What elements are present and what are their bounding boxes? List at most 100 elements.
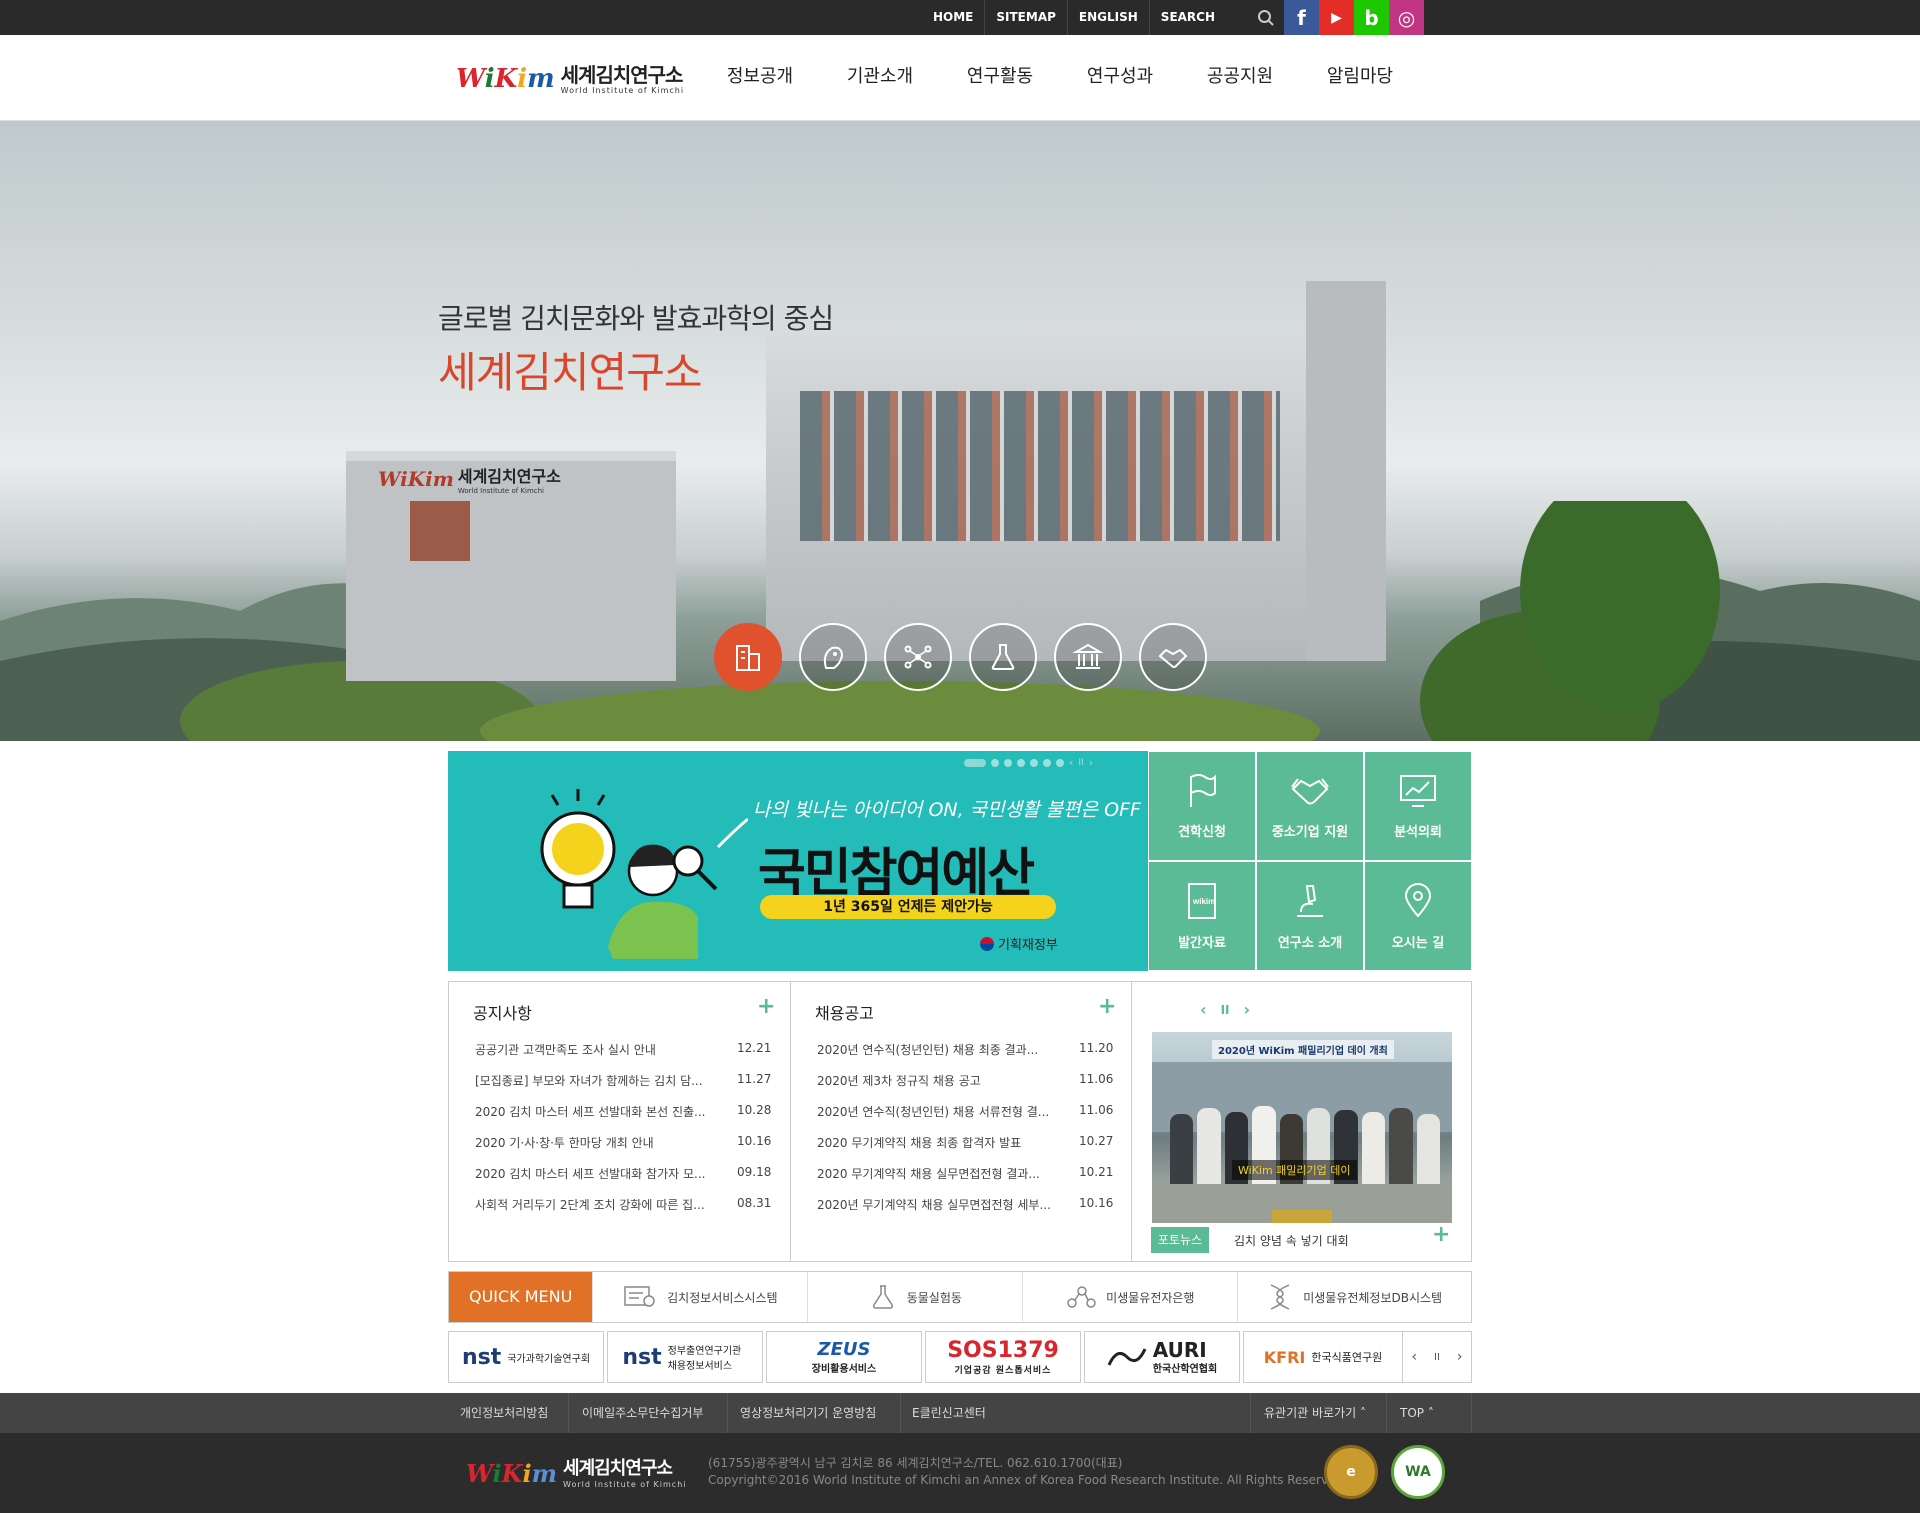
youtube-icon[interactable]: ▶ (1319, 0, 1354, 35)
banner-dot[interactable] (991, 759, 999, 767)
list-item[interactable]: 2020년 제3차 정규직 채용 공고 11.06 (817, 1072, 1113, 1103)
partner-kfri[interactable]: KFRI 한국식품연구원 (1243, 1331, 1403, 1383)
banner-dot[interactable] (1043, 759, 1051, 767)
partner-pause-icon[interactable]: II (1434, 1352, 1440, 1363)
nav-notice[interactable]: 알림마당 (1300, 35, 1420, 121)
top-button[interactable]: TOP ˄ (1400, 1393, 1434, 1433)
building-icon[interactable] (714, 623, 782, 691)
cctv-policy-link[interactable]: 영상정보처리기기 운영방침 (740, 1393, 876, 1433)
main-banner[interactable]: ‹ II › 나의 빛나는 아이디어 ON, 국민생활 불편은 OFF 국민참여… (448, 751, 1148, 971)
quick-directions[interactable]: 오시는 길 (1364, 861, 1472, 971)
quick-menu-item[interactable]: 미생물유전자은행 (1022, 1272, 1237, 1322)
nav-about[interactable]: 기관소개 (820, 35, 940, 121)
partner-label: 정부출연연구기관 채용정보서비스 (667, 1346, 742, 1372)
partner-sos1379[interactable]: SOS1379 기업공감 원스톱서비스 (925, 1331, 1081, 1383)
list-item[interactable]: [모집종료] 부모와 자녀가 함께하는 김치 담... 11.27 (475, 1072, 771, 1103)
banner-dot[interactable] (1030, 759, 1038, 767)
eclean-link[interactable]: E클린신고센터 (912, 1393, 986, 1433)
notice-more-icon[interactable]: + (757, 994, 775, 1019)
banner-dot[interactable] (1056, 759, 1064, 767)
english-link[interactable]: ENGLISH (1066, 0, 1149, 35)
search-link[interactable]: SEARCH (1148, 0, 1226, 35)
nav-public-support[interactable]: 공공지원 (1180, 35, 1300, 121)
footer-logo-wikim: WiKim (466, 1458, 558, 1488)
quick-institute-intro[interactable]: 연구소 소개 (1256, 861, 1364, 971)
building-sign: WiKim 세계김치연구소 World Institute of Kimchi (378, 463, 561, 495)
photo-prev-icon[interactable]: ‹ (1200, 1000, 1207, 1020)
nav-research[interactable]: 연구활동 (940, 35, 1060, 121)
photo-more-icon[interactable]: + (1432, 1222, 1450, 1247)
quick-sme-support[interactable]: 중소기업 지원 (1256, 751, 1364, 861)
partner-next-icon[interactable]: › (1457, 1349, 1463, 1365)
banner-dot[interactable] (964, 759, 986, 767)
institution-icon[interactable] (1054, 623, 1122, 691)
recruit-more-icon[interactable]: + (1098, 994, 1116, 1019)
related-sites-link[interactable]: 유관기관 바로가기 ˄ (1264, 1393, 1366, 1433)
banner-pill: 1년 365일 언제든 제안가능 (760, 895, 1056, 919)
banner-prev-icon[interactable]: ‹ (1069, 757, 1073, 768)
divider (1386, 1393, 1387, 1433)
related-sites-label: 유관기관 바로가기 (1264, 1406, 1357, 1420)
recruit-title[interactable]: 채용공고 (815, 1000, 874, 1024)
auri-mark-icon (1107, 1348, 1147, 1366)
photo-news-caption[interactable]: 김치 양념 속 넣기 대회 (1234, 1232, 1349, 1249)
search-button[interactable] (1248, 0, 1284, 35)
notice-title[interactable]: 공지사항 (473, 1000, 532, 1024)
photo-news-image[interactable]: 2020년 WiKim 패밀리기업 데이 개최 WiKim 패밀리기업 데이 (1152, 1032, 1452, 1223)
lightbulb-illustration (540, 789, 748, 959)
quick-publications[interactable]: wikim 발간자료 (1148, 861, 1256, 971)
lion-icon[interactable] (799, 623, 867, 691)
email-refusal-link[interactable]: 이메일주소무단수집거부 (582, 1393, 703, 1433)
partner-auri[interactable]: AURI 한국산학연협회 (1084, 1331, 1240, 1383)
nav-results[interactable]: 연구성과 (1060, 35, 1180, 121)
photo-banner-text: 2020년 WiKim 패밀리기업 데이 개최 (1212, 1040, 1394, 1059)
list-item[interactable]: 2020년 연수직(청년인턴) 채용 최종 결과... 11.20 (817, 1041, 1113, 1072)
photo-next-icon[interactable]: › (1244, 1000, 1251, 1020)
footer-logo-english: World Institute of Kimchi (563, 1479, 687, 1489)
banner-dot[interactable] (1017, 759, 1025, 767)
partner-zeus[interactable]: ZEUS 장비활용서비스 (766, 1331, 922, 1383)
search-icon (1258, 9, 1274, 26)
banner-next-icon[interactable]: › (1089, 757, 1093, 768)
building-tower (1306, 281, 1386, 661)
list-item[interactable]: 2020 무기계약직 채용 실무면접전형 결과... 10.21 (817, 1165, 1113, 1196)
site-logo[interactable]: WiKim 세계김치연구소 World Institute of Kimchi (456, 59, 684, 99)
home-link[interactable]: HOME (922, 0, 984, 35)
list-item[interactable]: 2020 김치 마스터 세프 선발대화 본선 진출... 10.28 (475, 1103, 771, 1134)
quick-tour-request[interactable]: 견학신청 (1148, 751, 1256, 861)
facebook-icon[interactable]: f (1284, 0, 1319, 35)
utility-nav: HOME SITEMAP ENGLISH SEARCH (922, 0, 1226, 35)
list-item[interactable]: 2020년 연수직(청년인턴) 채용 서류전형 결... 11.06 (817, 1103, 1113, 1134)
blog-icon[interactable]: b (1354, 0, 1389, 35)
footer-links: 개인정보처리방침 이메일주소무단수집거부 영상정보처리기기 운영방침 E클린신고… (0, 1393, 1920, 1433)
quick-menu-item-label: 동물실험동 (906, 1290, 962, 1305)
list-item[interactable]: 사회적 거리두기 2단계 조치 강화에 따른 집... 08.31 (475, 1196, 771, 1227)
quick-analysis-request[interactable]: 분석의뢰 (1364, 751, 1472, 861)
quick-menu-item[interactable]: 동물실험동 (807, 1272, 1022, 1322)
banner-dot[interactable] (1004, 759, 1012, 767)
privacy-policy-link[interactable]: 개인정보처리방침 (460, 1393, 548, 1433)
handshake-icon[interactable] (1139, 623, 1207, 691)
partner-nst[interactable]: nst 국가과학기술연구회 (448, 1331, 604, 1383)
banner-org: 기획재정부 (980, 934, 1058, 953)
sitemap-link[interactable]: SITEMAP (984, 0, 1067, 35)
list-item[interactable]: 공공기관 고객만족도 조사 실시 안내 12.21 (475, 1041, 771, 1072)
banner-pause-icon[interactable]: II (1078, 759, 1083, 768)
quick-menu-item[interactable]: 미생물유전체정보DB시스템 (1237, 1272, 1471, 1322)
list-item[interactable]: 2020년 무기계약직 채용 실무면접전형 세부... 10.16 (817, 1196, 1113, 1227)
nav-info-disclosure[interactable]: 정보공개 (700, 35, 820, 121)
list-item[interactable]: 2020 기·사·창·투 한마당 개최 안내 10.16 (475, 1134, 771, 1165)
quick-menu-item[interactable]: 김치정보서비스시스템 (592, 1272, 807, 1322)
partner-nst-recruit[interactable]: nst 정부출연연구기관 채용정보서비스 (607, 1331, 763, 1383)
network-icon[interactable] (884, 623, 952, 691)
instagram-icon[interactable]: ◎ (1389, 0, 1424, 35)
flask-icon[interactable] (969, 623, 1037, 691)
partner-prev-icon[interactable]: ‹ (1411, 1349, 1417, 1365)
list-item[interactable]: 2020 김치 마스터 세프 선발대화 참가자 모... 09.18 (475, 1165, 771, 1196)
quick-label: 견학신청 (1178, 824, 1226, 840)
list-item[interactable]: 2020 무기계약직 채용 최종 합격자 발표 10.27 (817, 1134, 1113, 1165)
photo-pause-icon[interactable]: II (1221, 1000, 1230, 1020)
partner-label: 한국산학연협회 (1152, 1363, 1218, 1375)
copyright-text: Copyright©2016 World Institute of Kimchi… (708, 1473, 1347, 1487)
footer: WiKim 세계김치연구소 World Institute of Kimchi … (0, 1433, 1920, 1513)
